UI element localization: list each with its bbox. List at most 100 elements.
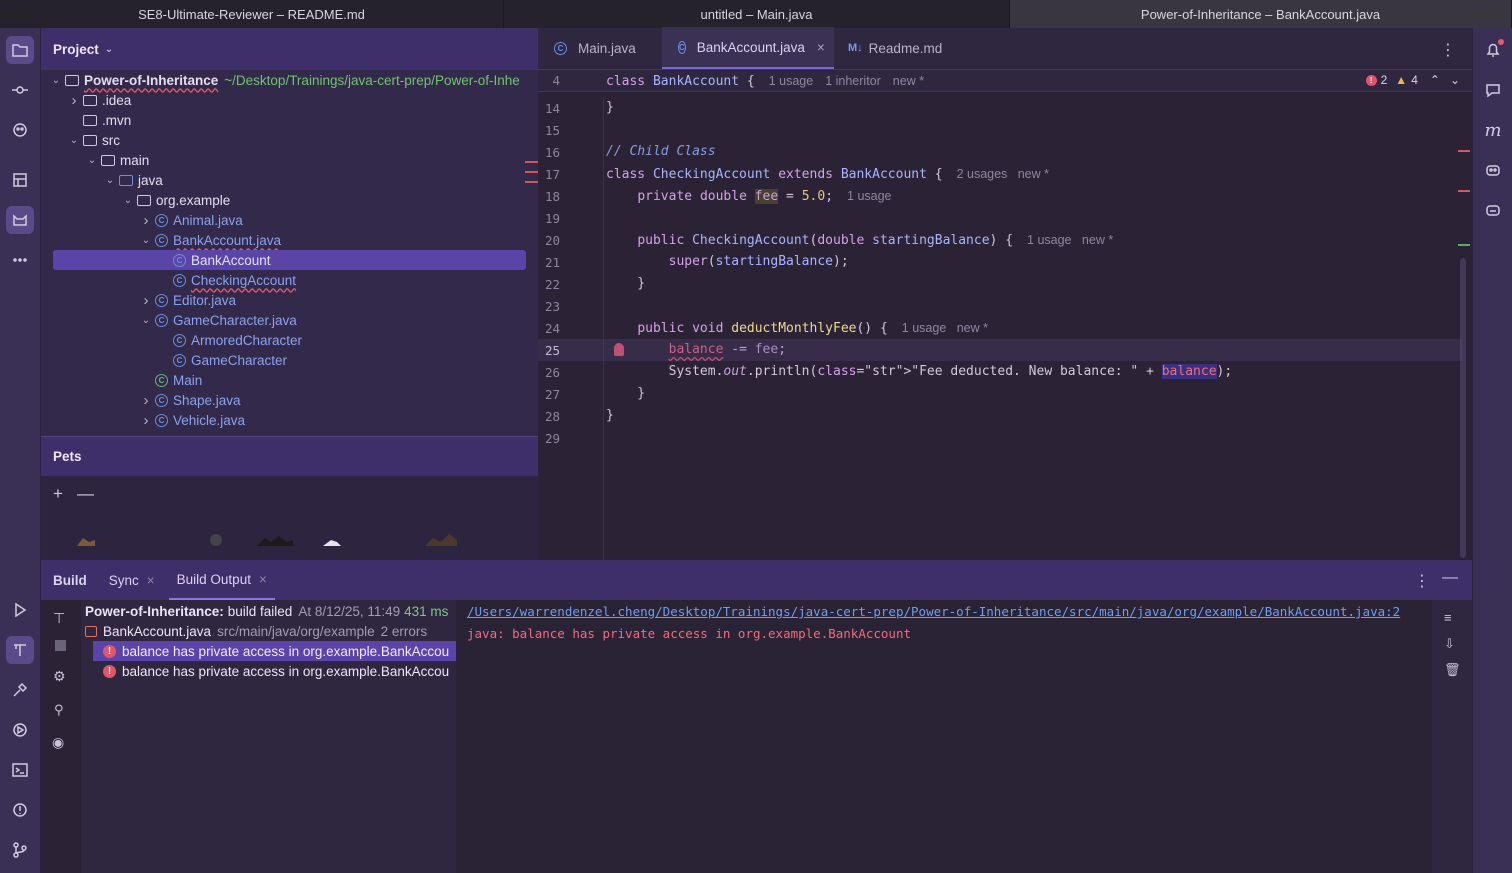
build-error-row[interactable]: ! balance has private access in org.exam… xyxy=(103,661,449,681)
tree-item[interactable]: C GameCharacter xyxy=(41,350,287,370)
prev-highlight-icon[interactable]: ⌃ xyxy=(1430,73,1440,87)
code-line[interactable]: System.out.println(class="str">"Fee dedu… xyxy=(606,361,1232,383)
tree-item[interactable]: ⌄ java xyxy=(41,170,163,190)
tree-item[interactable]: › C Shape.java xyxy=(41,390,241,410)
scrollbar[interactable] xyxy=(1460,258,1466,558)
code-line[interactable]: public void deductMonthlyFee() {1 usage … xyxy=(606,317,988,339)
build-hammer-icon[interactable] xyxy=(6,636,34,664)
tree-item[interactable]: ⌄ C BankAccount.java xyxy=(41,230,281,250)
tree-item[interactable]: › C Vehicle.java xyxy=(41,410,246,430)
remove-pet-button[interactable]: — xyxy=(77,484,94,504)
chevron-down-icon[interactable]: ⌄ xyxy=(121,195,135,206)
terminal-icon[interactable] xyxy=(6,756,34,784)
eye-icon[interactable]: ◉ xyxy=(52,734,64,751)
tree-item[interactable]: ⌄ Power-of-Inheritance ~/Desktop/Trainings… xyxy=(41,70,520,90)
notifications-bell-icon[interactable] xyxy=(1479,36,1507,64)
git-branch-icon[interactable] xyxy=(6,836,34,864)
scroll-to-end-icon[interactable]: ⇩ xyxy=(1444,636,1455,652)
code-line[interactable]: } xyxy=(606,273,645,295)
code-line[interactable]: } xyxy=(606,383,645,405)
tree-item[interactable]: › C Editor.java xyxy=(41,290,237,310)
chevron-right-icon[interactable]: › xyxy=(67,92,81,109)
code-line[interactable]: private double fee = 5.0; 1 usage xyxy=(606,185,892,207)
chevron-right-icon[interactable]: › xyxy=(139,412,153,429)
build-output-console[interactable]: /Users/warrendenzel.cheng/Desktop/Traini… xyxy=(456,600,1432,873)
window-tab-power-of-inheritance[interactable]: Power-of-Inheritance – BankAccount.java xyxy=(1010,0,1512,28)
project-panel-header[interactable]: Project ⌄ xyxy=(41,28,538,70)
clear-trash-icon[interactable]: 🗑 xyxy=(1444,662,1461,678)
services-icon[interactable] xyxy=(6,676,34,704)
class-icon: C xyxy=(173,273,186,287)
tree-item[interactable]: C Main xyxy=(41,370,202,390)
commit-icon[interactable] xyxy=(6,76,34,104)
project-folder-icon[interactable] xyxy=(6,36,34,64)
window-tab-untitled[interactable]: untitled – Main.java xyxy=(504,0,1010,28)
close-tab-icon[interactable]: × xyxy=(259,572,267,587)
copilot-chat-icon[interactable] xyxy=(1479,196,1507,224)
window-tab-se8[interactable]: SE8-Ultimate-Reviewer – README.md xyxy=(0,0,504,28)
error-bulb-icon[interactable] xyxy=(614,343,624,356)
build-options-icon[interactable]: ⋮ xyxy=(1414,571,1430,591)
next-highlight-icon[interactable]: ⌄ xyxy=(1450,73,1460,87)
tree-item[interactable]: ⌄ org.example xyxy=(41,190,231,210)
tab-bankaccount-java[interactable]: C BankAccount.java × xyxy=(662,27,834,69)
pin-icon[interactable]: ⚲ xyxy=(54,702,64,718)
tree-item[interactable]: C CheckingAccount xyxy=(41,270,296,290)
tree-item[interactable]: ⌄ main xyxy=(41,150,149,170)
chevron-right-icon[interactable]: › xyxy=(139,292,153,309)
code-line[interactable]: } xyxy=(606,405,614,427)
tree-item[interactable]: C BankAccount xyxy=(53,250,526,270)
ai-assistant-icon[interactable] xyxy=(6,116,34,144)
inspection-widget[interactable]: ! 2 ▲ 4 ⌃ ⌄ xyxy=(1365,73,1460,87)
soft-wrap-icon[interactable]: ≡ xyxy=(1444,610,1452,625)
problems-icon[interactable] xyxy=(6,796,34,824)
hide-panel-icon[interactable]: — xyxy=(1442,569,1458,587)
build-hammer-icon[interactable]: ⊤ xyxy=(53,610,65,627)
stop-icon[interactable] xyxy=(55,640,66,651)
close-tab-icon[interactable]: × xyxy=(817,40,825,55)
structure-icon[interactable] xyxy=(6,166,34,194)
close-tab-icon[interactable]: × xyxy=(147,573,155,588)
tab-build-output[interactable]: Build Output × xyxy=(168,560,275,600)
chevron-right-icon[interactable]: › xyxy=(139,212,153,229)
chevron-down-icon[interactable]: ⌄ xyxy=(85,155,99,166)
code-line[interactable]: class CheckingAccount extends BankAccoun… xyxy=(606,163,1049,185)
output-file-link[interactable]: /Users/warrendenzel.cheng/Desktop/Traini… xyxy=(467,604,1400,619)
debug-icon[interactable] xyxy=(6,716,34,744)
tree-item[interactable]: › C Animal.java xyxy=(41,210,243,230)
code-line[interactable]: balance -= fee; xyxy=(606,339,786,361)
chevron-down-icon[interactable]: ⌄ xyxy=(139,315,153,326)
chevron-down-icon[interactable]: ⌄ xyxy=(67,135,81,146)
tree-item[interactable]: ⌄ C GameCharacter.java xyxy=(41,310,297,330)
build-file-row[interactable]: BankAccount.java src/main/java/org/examp… xyxy=(85,621,427,641)
run-icon[interactable] xyxy=(6,596,34,624)
tab-main-java[interactable]: C Main.java xyxy=(538,27,662,69)
tree-item[interactable]: C ArmoredCharacter xyxy=(41,330,302,350)
chevron-down-icon[interactable]: ⌄ xyxy=(49,75,63,86)
tab-sync[interactable]: Sync × xyxy=(101,560,163,600)
pets-cat-icon[interactable] xyxy=(6,206,34,234)
copilot-icon[interactable] xyxy=(1479,156,1507,184)
code-line[interactable]: // Child Class xyxy=(606,141,716,163)
build-summary-row[interactable]: Power-of-Inheritance: build failed At 8/… xyxy=(85,601,448,621)
more-tools-icon[interactable] xyxy=(6,246,34,274)
editor-more-icon[interactable]: ⋮ xyxy=(1440,40,1456,60)
settings-gear-icon[interactable]: ⚙ xyxy=(53,668,66,685)
chevron-down-icon[interactable]: ⌄ xyxy=(139,235,153,246)
ai-chat-icon[interactable] xyxy=(1479,76,1507,104)
usage-hint[interactable]: 1 usage xyxy=(769,74,813,88)
code-area[interactable]: 14} 15 16 // Child Class 17 class CheckingAcc… xyxy=(538,97,1472,560)
add-pet-button[interactable]: + xyxy=(53,484,63,504)
code-line[interactable]: } xyxy=(606,97,614,119)
chevron-right-icon[interactable]: › xyxy=(139,392,153,409)
maven-icon[interactable]: m xyxy=(1479,116,1507,144)
code-line[interactable]: super(startingBalance); xyxy=(606,251,849,273)
tree-item[interactable]: .mvn xyxy=(41,110,131,130)
tab-readme-md[interactable]: M↓ Readme.md xyxy=(834,27,956,69)
code-line[interactable]: public CheckingAccount(double startingBa… xyxy=(606,229,1113,251)
inheritor-hint[interactable]: 1 inheritor xyxy=(825,74,881,88)
build-error-row[interactable]: ! balance has private access in org.exam… xyxy=(93,641,496,661)
tree-item[interactable]: › .idea xyxy=(41,90,132,110)
chevron-down-icon[interactable]: ⌄ xyxy=(103,175,117,186)
tree-item[interactable]: ⌄ src xyxy=(41,130,120,150)
